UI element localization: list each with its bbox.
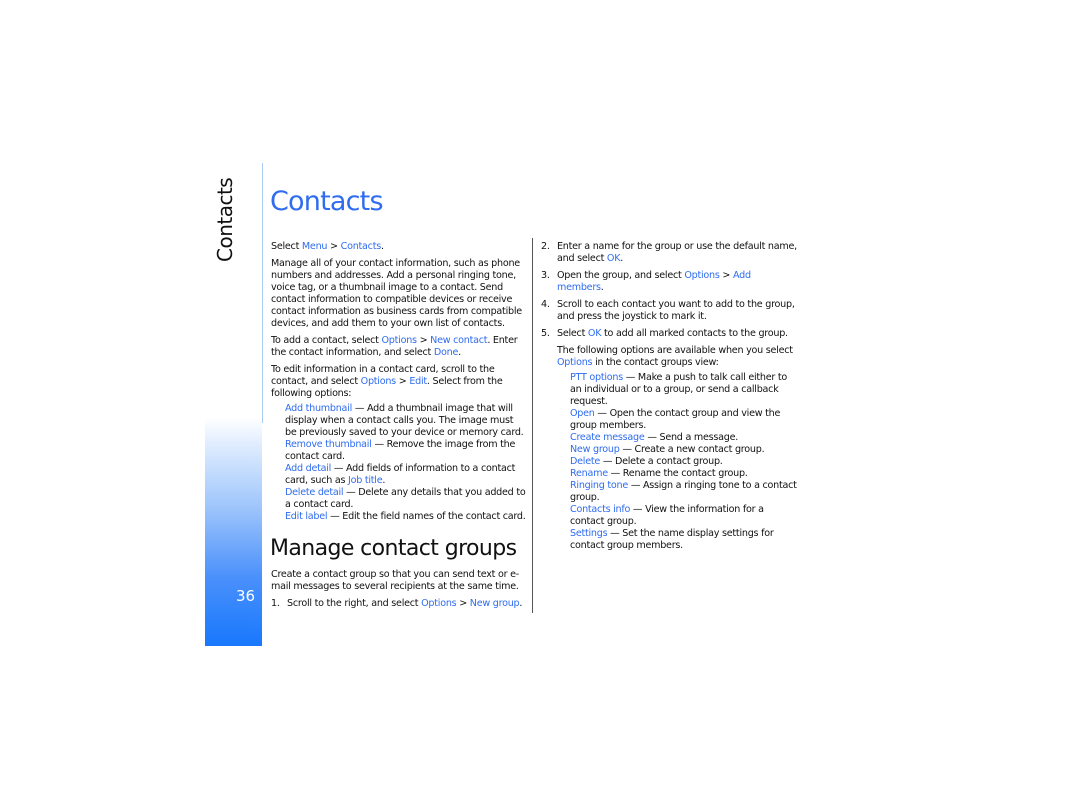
options-link[interactable]: Options	[684, 270, 720, 281]
options-link[interactable]: Options	[421, 598, 457, 609]
edit-link[interactable]: Edit	[409, 376, 427, 387]
option-edit-label: Edit label — Edit the field names of the…	[285, 511, 526, 522]
ok-link[interactable]: OK	[607, 253, 621, 264]
page-tab-gradient	[205, 418, 262, 646]
group-option-delete: Delete — Delete a contact group.	[570, 456, 723, 467]
ok-link[interactable]: OK	[588, 328, 602, 339]
side-chapter-label: Contacts	[213, 177, 237, 262]
new-group-link[interactable]: New group	[470, 598, 520, 609]
option-remove-thumbnail: Remove thumbnail — Remove the image from…	[285, 439, 516, 462]
step-4: 4. Scroll to each contact you want to add…	[541, 299, 795, 322]
group-option-contacts-info: Contacts info — View the information for…	[570, 504, 764, 527]
groups-intro-paragraph: Create a contact group so that you can s…	[271, 569, 519, 592]
column-divider	[532, 238, 533, 613]
job-title-link[interactable]: Job title	[348, 475, 383, 486]
step-1: 1. Scroll to the right, and select Option…	[271, 598, 523, 609]
options-link[interactable]: Options	[361, 376, 397, 387]
group-option-ringing-tone: Ringing tone — Assign a ringing tone to …	[570, 480, 797, 503]
section-title-contacts: Contacts	[270, 186, 384, 217]
column-right: 2. Enter a name for the group or use the …	[541, 241, 797, 552]
option-delete-detail: Delete detail — Delete any details that …	[285, 487, 526, 510]
new-contact-link[interactable]: New contact	[430, 335, 487, 346]
options-link[interactable]: Options	[382, 335, 418, 346]
page-number: 36	[236, 587, 256, 605]
rail-divider-line	[262, 163, 263, 423]
group-option-rename: Rename — Rename the contact group.	[570, 468, 748, 479]
column-left-bottom: Create a contact group so that you can s…	[271, 569, 529, 615]
step-2: 2. Enter a name for the group or use the …	[541, 241, 797, 264]
select-menu-paragraph: Select Menu > Contacts.	[271, 241, 384, 252]
group-option-create-message: Create message — Send a message.	[570, 432, 739, 443]
option-add-detail: Add detail — Add fields of information t…	[285, 463, 516, 486]
group-option-open: Open — Open the contact group and view t…	[570, 408, 781, 431]
group-view-paragraph: The following options are available when…	[557, 345, 793, 368]
step-3: 3. Open the group, and select Options > A…	[541, 270, 751, 293]
done-link[interactable]: Done	[434, 347, 459, 358]
option-add-thumbnail: Add thumbnail — Add a thumbnail image th…	[285, 403, 524, 438]
intro-paragraph: Manage all of your contact information, …	[271, 258, 522, 329]
menu-link[interactable]: Menu	[302, 241, 328, 252]
edit-contact-paragraph: To edit information in a contact card, s…	[271, 364, 503, 399]
add-contact-paragraph: To add a contact, select Options > New c…	[271, 335, 518, 358]
group-option-settings: Settings — Set the name display settings…	[570, 528, 774, 551]
contacts-link[interactable]: Contacts	[341, 241, 382, 252]
column-left: Select Menu > Contacts. Manage all of yo…	[271, 241, 526, 523]
options-link[interactable]: Options	[557, 357, 593, 368]
group-option-ptt: PTT options — Make a push to talk call e…	[570, 372, 788, 407]
group-option-new-group: New group — Create a new contact group.	[570, 444, 765, 455]
section-title-manage-groups: Manage contact groups	[270, 536, 517, 561]
step-5: 5. Select OK to add all marked contacts t…	[541, 328, 788, 339]
